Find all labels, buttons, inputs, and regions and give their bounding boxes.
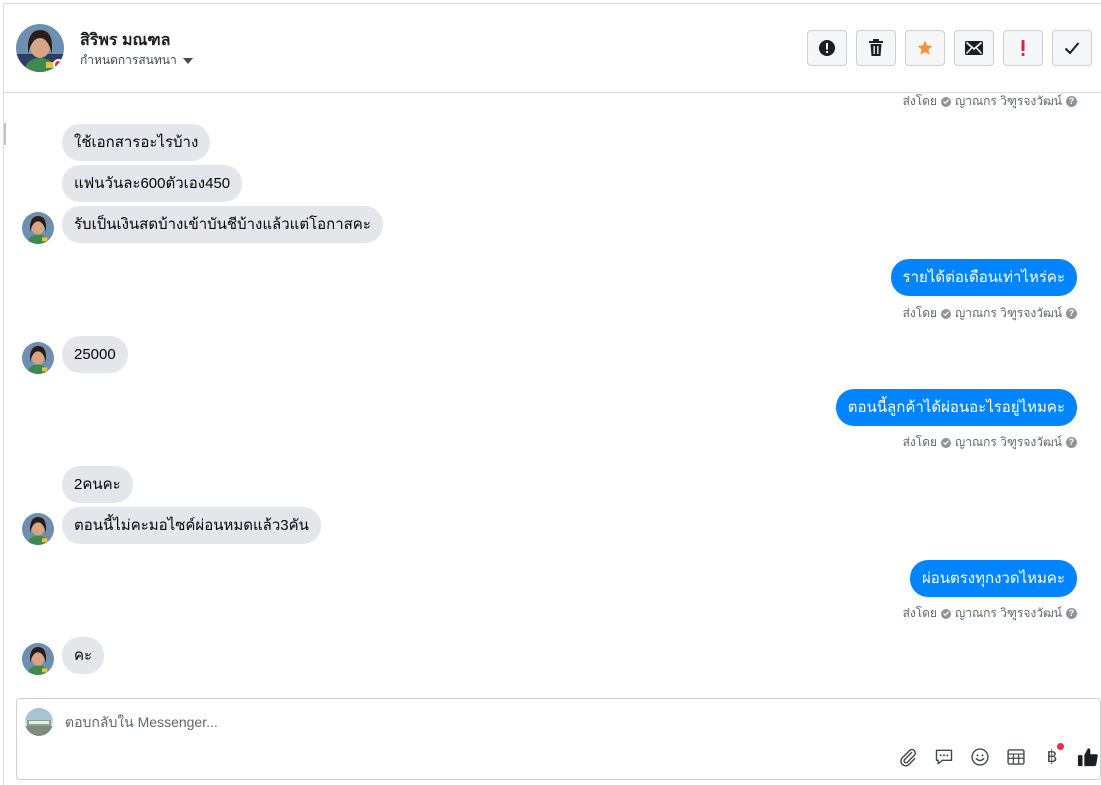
sent-by-info: ส่งโดย ญาณกร วิฑูรจงวัฒน์ ? [903, 433, 1077, 452]
caret-down-icon [182, 57, 193, 64]
emoji-icon [971, 748, 989, 766]
incoming-message[interactable]: 25000 [62, 336, 128, 373]
agent-name: ญาณกร วิฑูรจงวัฒน์ [955, 94, 1062, 108]
incoming-message[interactable]: 2คนคะ [62, 466, 133, 503]
outgoing-message[interactable]: ตอนนี้ลูกค้าได้ผ่อนอะไรอยู่ไหมคะ [835, 389, 1077, 426]
payment-button[interactable]: ฿ [1040, 743, 1064, 769]
attach-button[interactable] [896, 745, 920, 769]
incoming-message[interactable]: คะ [62, 637, 105, 674]
incoming-message[interactable]: ใช้เอกสารอะไรบ้าง [62, 124, 211, 161]
help-icon[interactable]: ? [1066, 608, 1077, 619]
checkmark-icon [1064, 42, 1080, 55]
incoming-message[interactable]: แฟนวันละ600ตัวเอง450 [62, 165, 243, 202]
sent-by-label: ส่งโดย [902, 435, 938, 449]
outgoing-message[interactable]: รายได้ต่อเดือนเท่าไหร่คะ [890, 259, 1077, 296]
scroll-indicator[interactable] [4, 123, 6, 145]
saved-replies-button[interactable] [932, 745, 956, 769]
sent-by-label: ส่งโดย [902, 306, 938, 320]
contact-avatar-small[interactable] [22, 342, 54, 374]
notification-dot [1057, 743, 1064, 750]
agent-name: ญาณกร วิฑูรจงวัฒน์ [955, 306, 1062, 320]
emoji-button[interactable] [968, 745, 992, 769]
mark-done-button[interactable] [1052, 30, 1092, 66]
presence-badge [53, 59, 64, 70]
check-circle-icon [941, 608, 952, 619]
like-button[interactable] [1076, 745, 1100, 769]
delete-button[interactable] [856, 30, 896, 66]
conversation-options-dropdown[interactable]: กำหนดการสนทนา [80, 51, 193, 70]
sent-by-info: ส่งโดย ญาณกร วิฑูรจงวัฒน์ ? [903, 604, 1077, 623]
page-avatar [25, 708, 53, 736]
report-button[interactable] [807, 30, 847, 66]
sent-by-info: ส่งโดย ญาณกร วิฑูรจงวัฒน์ ? [903, 92, 1077, 111]
trash-icon [869, 39, 883, 56]
contact-avatar-small[interactable] [22, 212, 54, 244]
calendar-icon [1007, 749, 1025, 765]
conversation-options-label: กำหนดการสนทนา [80, 53, 177, 67]
reply-composer: ฿ [16, 698, 1101, 780]
mark-unread-button[interactable] [954, 30, 994, 66]
baht-icon: ฿ [1046, 747, 1058, 767]
check-circle-icon [941, 308, 952, 319]
flag-important-button[interactable] [1003, 30, 1043, 66]
star-button[interactable] [905, 30, 945, 66]
incoming-message[interactable]: รับเป็นเงินสดบ้างเข้าบันชีบ้างแล้วแต่โอก… [62, 206, 383, 243]
exclamation-icon [1021, 40, 1025, 56]
agent-name: ญาณกร วิฑูรจงวัฒน์ [955, 606, 1062, 620]
help-icon[interactable]: ? [1066, 96, 1077, 107]
check-circle-icon [941, 437, 952, 448]
header-toolbar [807, 30, 1092, 66]
saved-replies-icon [935, 749, 953, 765]
reply-input[interactable] [65, 711, 865, 733]
contact-avatar[interactable] [16, 24, 64, 72]
exclamation-circle-icon [819, 40, 835, 56]
thumbs-up-icon [1077, 748, 1098, 767]
envelope-icon [965, 41, 983, 55]
composer-tools: ฿ [896, 743, 1100, 769]
outgoing-message[interactable]: ผ่อนตรงทุกงวดไหมคะ [909, 560, 1077, 597]
help-icon[interactable]: ? [1066, 437, 1077, 448]
contact-name: สิริพร มณฑล [80, 32, 171, 49]
incoming-message[interactable]: ตอนนี้ไม่คะมอไซค์ผ่อนหมดแล้ว3คัน [62, 507, 321, 544]
check-circle-icon [941, 96, 952, 107]
sent-by-info: ส่งโดย ญาณกร วิฑูรจงวัฒน์ ? [903, 304, 1077, 323]
conversation-header: สิริพร มณฑล กำหนดการสนทนา [4, 4, 1101, 93]
message-thread[interactable]: ส่งโดย ญาณกร วิฑูรจงวัฒน์ ? ใช้เอกสารอะไ… [4, 93, 1101, 693]
sent-by-label: ส่งโดย [902, 606, 938, 620]
contact-avatar-small[interactable] [22, 513, 54, 545]
help-icon[interactable]: ? [1066, 308, 1077, 319]
paperclip-icon [900, 748, 916, 767]
appointment-button[interactable] [1004, 745, 1028, 769]
agent-name: ญาณกร วิฑูรจงวัฒน์ [955, 435, 1062, 449]
contact-avatar-small[interactable] [22, 643, 54, 675]
sent-by-label: ส่งโดย [902, 94, 938, 108]
star-icon [917, 40, 933, 55]
